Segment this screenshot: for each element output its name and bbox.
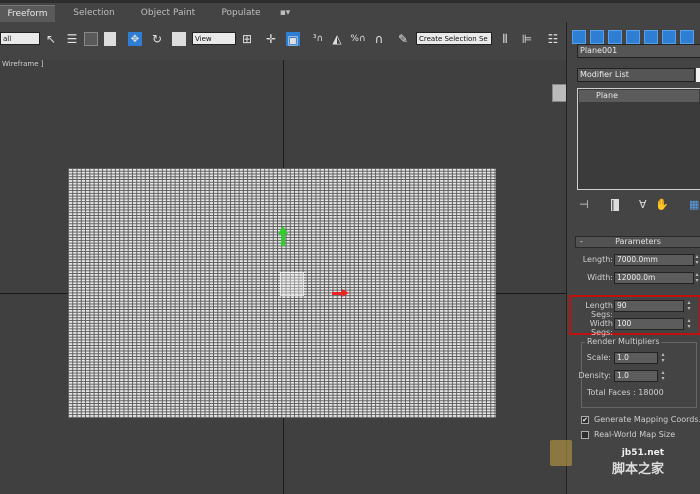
move-gizmo-x-arrow-icon[interactable] <box>342 289 349 297</box>
length-spinner-icon[interactable]: ▴ ▾ <box>694 254 700 266</box>
selection-filter-dropdown[interactable]: all <box>0 32 40 45</box>
select-move-icon[interactable]: ✥ <box>128 32 142 46</box>
density-label: Density: <box>578 371 611 380</box>
rollout-collapse-icon: - <box>580 237 583 246</box>
select-manipulate-icon[interactable]: ✛ <box>264 32 278 48</box>
width-spinner-icon[interactable]: ▴ ▾ <box>694 272 700 284</box>
watermark-logo <box>550 440 572 466</box>
make-unique-icon[interactable]: ∀ <box>639 199 647 211</box>
named-selection-dropdown[interactable]: Create Selection Se <box>416 32 492 45</box>
length-segs-spinner-icon[interactable]: ▴ ▾ <box>686 300 692 312</box>
pivot-center-icon[interactable]: ⊞ <box>240 32 254 48</box>
watermark-brand: 脚本之家 <box>612 462 665 477</box>
snaps-toggle-icon[interactable]: ³∩ <box>310 32 326 48</box>
mirror-icon[interactable]: ⫴ <box>498 32 512 48</box>
width-label: Width: <box>587 273 613 282</box>
tab-populate[interactable]: Populate <box>210 5 272 21</box>
parameters-rollout-header[interactable]: - Parameters <box>575 236 700 248</box>
length-field[interactable]: 7000.0mm <box>614 254 694 266</box>
dot-dropdown-icon[interactable]: ▪▾ <box>276 5 294 21</box>
pin-stack-icon[interactable]: ⊣ <box>579 199 589 211</box>
align-icon[interactable]: ⊫ <box>520 32 534 48</box>
utilities-tab-icon[interactable] <box>662 30 676 44</box>
command-panel-tabs <box>572 30 700 44</box>
render-multipliers-label: Render Multipliers <box>585 337 662 346</box>
remove-modifier-icon[interactable]: ✋ <box>655 199 669 211</box>
title-strip <box>0 0 700 3</box>
ribbon-bar: Freeform Selection Object Paint Populate… <box>0 0 700 23</box>
density-spinner-icon[interactable]: ▴ ▾ <box>660 370 666 382</box>
viewport-perspective[interactable]: Wireframe ] <box>0 60 566 494</box>
rect-selection-icon[interactable] <box>84 32 98 46</box>
width-field[interactable]: 12000.0m <box>614 272 694 284</box>
extra-tab-icon[interactable] <box>680 30 694 44</box>
scale-field[interactable]: 1.0 <box>614 352 658 364</box>
total-faces-readout: Total Faces : 18000 <box>587 388 664 397</box>
select-by-name-icon[interactable]: ☰ <box>64 32 80 48</box>
angle-snap-icon[interactable]: ◭ <box>330 32 344 48</box>
select-rotate-icon[interactable]: ↻ <box>150 32 164 48</box>
reference-coordinate-dropdown[interactable]: View <box>192 32 236 45</box>
generate-mapping-label: Generate Mapping Coords. <box>594 415 700 424</box>
select-scale-icon[interactable] <box>172 32 186 46</box>
viewcube-icon[interactable] <box>552 84 566 102</box>
window-crossing-icon[interactable] <box>104 32 116 46</box>
parameters-title: Parameters <box>615 237 661 246</box>
select-object-icon[interactable]: ↖ <box>44 32 58 48</box>
display-tab-icon[interactable] <box>644 30 658 44</box>
density-field[interactable]: 1.0 <box>614 370 658 382</box>
hierarchy-tab-icon[interactable] <box>608 30 622 44</box>
motion-tab-icon[interactable] <box>626 30 640 44</box>
show-end-result-icon[interactable]: | <box>611 199 619 211</box>
length-segs-field[interactable]: 90 <box>614 300 684 312</box>
stack-item-plane[interactable]: Plane <box>579 90 699 102</box>
keyboard-shortcut-icon[interactable]: ▣ <box>286 32 300 47</box>
object-name-field[interactable]: Plane001 <box>577 44 700 58</box>
length-segs-label: Length Segs: <box>585 301 613 319</box>
layer-manager-icon[interactable]: ☷ <box>546 32 560 48</box>
object-color-swatch[interactable] <box>696 68 700 82</box>
move-gizmo-center[interactable] <box>280 272 304 296</box>
modifier-list-dropdown[interactable]: Modifier List <box>577 68 695 82</box>
tab-object-paint[interactable]: Object Paint <box>134 5 202 21</box>
stack-toolbar: ⊣ | ∀ ✋ ▦ <box>577 196 700 214</box>
tab-freeform[interactable]: Freeform <box>0 5 55 22</box>
watermark-site: jb51.net <box>621 448 665 458</box>
command-panel: Plane001 Modifier List Plane ⊣ | ∀ ✋ ▦ -… <box>566 22 700 494</box>
edit-named-selection-icon[interactable]: ✎ <box>396 32 410 48</box>
length-label: Length: <box>582 255 613 264</box>
tab-selection[interactable]: Selection <box>60 5 128 21</box>
percent-snap-icon[interactable]: %∩ <box>350 32 366 48</box>
real-world-map-checkbox[interactable] <box>581 431 589 439</box>
width-segs-label: Width Segs: <box>589 319 613 337</box>
width-segs-spinner-icon[interactable]: ▴ ▾ <box>686 318 692 330</box>
move-gizmo-y-axis[interactable] <box>281 232 285 246</box>
watermark: jb51.net 脚本之家 <box>612 448 664 477</box>
create-tab-icon[interactable] <box>572 30 586 44</box>
spinner-snap-icon[interactable]: ∩ <box>372 32 386 48</box>
scale-spinner-icon[interactable]: ▴ ▾ <box>660 352 666 364</box>
configure-sets-icon[interactable]: ▦ <box>689 199 699 211</box>
viewport-label[interactable]: Wireframe ] <box>2 60 43 68</box>
scale-label: Scale: <box>586 353 611 362</box>
modifier-stack[interactable]: Plane <box>577 88 700 190</box>
generate-mapping-checkbox[interactable]: ✔ <box>581 416 589 424</box>
modify-tab-icon[interactable] <box>590 30 604 44</box>
width-segs-field[interactable]: 100 <box>614 318 684 330</box>
real-world-map-label: Real-World Map Size <box>594 430 676 439</box>
move-gizmo-y-arrow-icon[interactable] <box>278 226 288 234</box>
